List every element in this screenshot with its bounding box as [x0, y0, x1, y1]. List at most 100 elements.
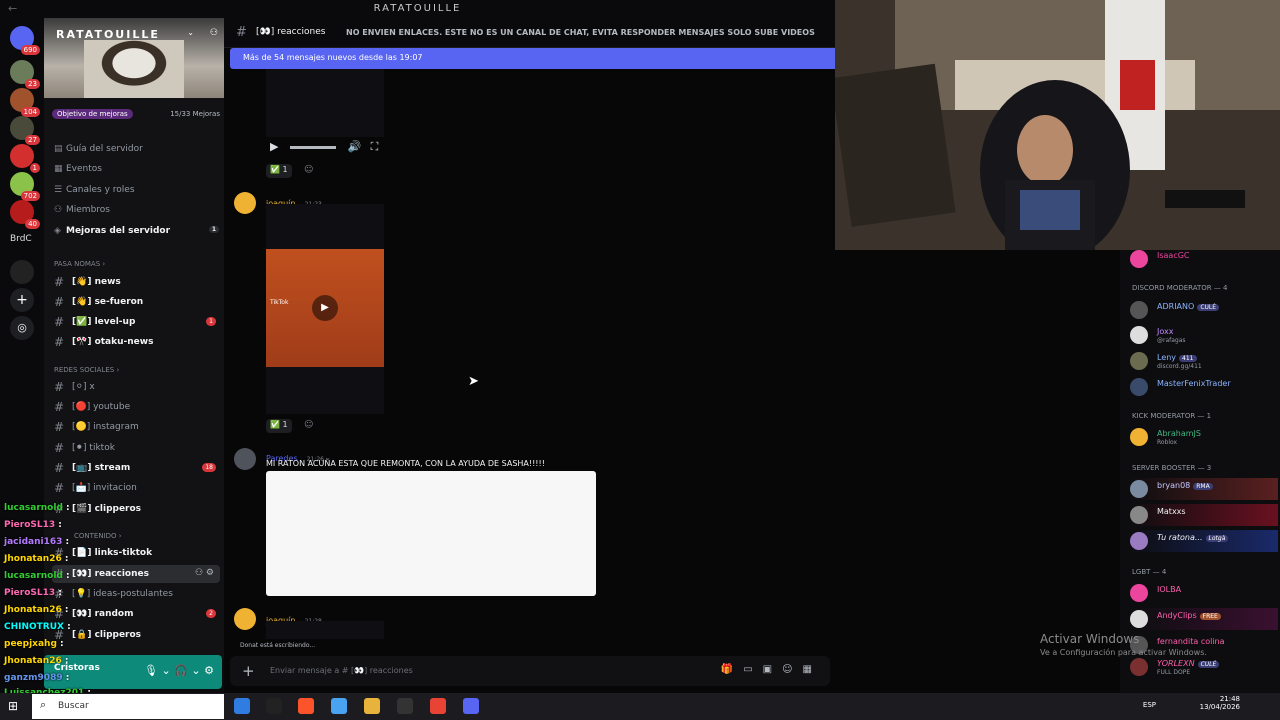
- add-reaction-icon[interactable]: ☺: [304, 420, 313, 430]
- avatar: [1130, 378, 1148, 396]
- reaction-chip[interactable]: ✅ 1: [266, 419, 292, 433]
- boost-progress[interactable]: Objetivo de mejoras 15/33 Mejoras: [52, 107, 220, 123]
- member-item[interactable]: Matxxs: [1130, 504, 1278, 526]
- chat-line: peepjxahg :: [4, 639, 64, 649]
- chevron-down-icon[interactable]: ⌄: [187, 28, 194, 37]
- new-messages-bar[interactable]: Más de 54 mensajes nuevos desde las 19:0…: [230, 48, 835, 69]
- member-group-label: DISCORD MODERATOR — 4: [1132, 284, 1228, 292]
- add-server-icon[interactable]: +: [10, 288, 34, 312]
- reaction-chip[interactable]: ✅ 1: [266, 164, 292, 178]
- server-icon[interactable]: 23: [10, 60, 40, 89]
- tiktok-video-embed[interactable]: TikTok ▶: [266, 204, 384, 414]
- member-item[interactable]: Joxx @rafagas: [1130, 324, 1278, 346]
- live-app-icon[interactable]: [266, 698, 282, 714]
- channel-item[interactable]: # [🔴] youtube: [52, 398, 220, 416]
- stream-chat-overlay: lucasarnold : PieroSL13 : jacidani163 : …: [0, 500, 100, 700]
- channel-item[interactable]: # [🟡] instagram: [52, 418, 220, 436]
- clock-time[interactable]: 21:48: [1200, 695, 1240, 703]
- calendar-icon: ▦: [54, 164, 63, 174]
- brave-icon[interactable]: [298, 698, 314, 714]
- menu-members[interactable]: ⚇ Miembros: [54, 205, 110, 215]
- avatar[interactable]: [234, 608, 256, 630]
- image-attachment[interactable]: [266, 471, 596, 596]
- obs-icon[interactable]: [397, 698, 413, 714]
- explore-icon[interactable]: ◎: [10, 316, 34, 340]
- server-icon[interactable]: [10, 260, 34, 284]
- category-header[interactable]: PASA NOMAS ›: [54, 260, 105, 268]
- composer-input[interactable]: Enviar mensaje a # [👀] reacciones: [270, 666, 413, 675]
- server-icon[interactable]: 40: [10, 200, 40, 229]
- server-icon[interactable]: 27: [10, 116, 40, 145]
- video-controls[interactable]: ▶ 🔊 ⛶: [270, 140, 378, 154]
- server-icon[interactable]: 104: [10, 88, 40, 117]
- member-name-text: bryan08: [1157, 481, 1191, 490]
- channel-settings-icon[interactable]: ⚇ ⚙: [195, 568, 214, 578]
- member-group-label: SERVER BOOSTER — 3: [1132, 464, 1212, 472]
- play-icon[interactable]: ▶: [312, 295, 338, 321]
- member-name: IOLBA: [1157, 585, 1182, 594]
- avatar[interactable]: [234, 192, 256, 214]
- menu-server-boosts[interactable]: ◈ Mejoras del servidor 1: [54, 226, 219, 236]
- member-item[interactable]: Tu ratona... Lotgà: [1130, 530, 1278, 552]
- volume-slider[interactable]: [289, 145, 336, 149]
- home-discord-icon[interactable]: 690: [10, 26, 40, 55]
- category-header[interactable]: REDES SOCIALES ›: [54, 366, 119, 374]
- system-tray[interactable]: ESP 21:48 13/04/2026: [1143, 695, 1272, 711]
- video-embed[interactable]: [266, 621, 384, 639]
- menu-events[interactable]: ▦ Eventos: [54, 164, 102, 174]
- add-member-icon[interactable]: ⚇: [210, 28, 218, 38]
- channel-header: # [👀] reacciones NO ENVIEN ENLACES. ESTE…: [224, 18, 835, 48]
- member-item[interactable]: YORLEXN CULÉ FULL DOPE: [1130, 656, 1278, 678]
- chat-user: CHINOTRUX: [4, 622, 64, 632]
- channel-item[interactable]: # [⚪] x: [52, 378, 220, 396]
- discord-icon[interactable]: [463, 698, 479, 714]
- member-item[interactable]: IsaacGC: [1130, 248, 1278, 270]
- windows-start-icon[interactable]: ⊞: [8, 699, 18, 713]
- channel-item[interactable]: # [👋] news: [52, 273, 220, 291]
- text-server-icon[interactable]: BrdC: [10, 234, 32, 244]
- clock-date[interactable]: 13/04/2026: [1200, 703, 1240, 711]
- new-messages-label: Más de 54 mensajes nuevos desde las 19:0…: [243, 53, 423, 62]
- member-item[interactable]: Leny 411 discord.gg/411: [1130, 350, 1278, 372]
- channel-item[interactable]: # [⚫] tiktok: [52, 439, 220, 457]
- taskbar-search[interactable]: ⌕ Buscar: [32, 694, 224, 719]
- member-item[interactable]: ADRIANO CULÉ: [1130, 299, 1278, 321]
- member-item[interactable]: IOLBA: [1130, 582, 1278, 604]
- hash-icon: #: [54, 335, 65, 349]
- member-item[interactable]: AbrahamJS Roblox: [1130, 426, 1278, 448]
- chrome-icon[interactable]: [430, 698, 446, 714]
- hash-icon: #: [54, 441, 65, 455]
- composer-tools-icon[interactable]: 🎁▭▣☺▦: [721, 664, 822, 675]
- channel-item[interactable]: # [📺] stream 18: [52, 459, 220, 477]
- menu-guide[interactable]: ▤ Guía del servidor: [54, 144, 143, 154]
- message-composer[interactable]: + Enviar mensaje a # [👀] reacciones 🎁▭▣☺…: [230, 656, 830, 686]
- role-tag: CULÉ: [1197, 661, 1220, 668]
- member-item[interactable]: AndyClips FREE: [1130, 608, 1278, 630]
- channel-item[interactable]: # [✅] level-up 1: [52, 313, 220, 331]
- volume-icon[interactable]: 🔊: [347, 140, 361, 153]
- voice-controls[interactable]: 🎙 ⌄ 🎧 ⌄ ⚙: [144, 664, 214, 677]
- play-icon[interactable]: ▶: [270, 140, 278, 153]
- add-attachment-icon[interactable]: +: [242, 662, 255, 680]
- channel-item[interactable]: # [🎌] otaku-news: [52, 333, 220, 351]
- add-reaction-icon[interactable]: ☺: [304, 165, 313, 175]
- video-embed[interactable]: [266, 69, 384, 137]
- channel-item[interactable]: # [📩] invitacion: [52, 479, 220, 497]
- channel-topic[interactable]: NO ENVIEN ENLACES. ESTE NO ES UN CANAL D…: [346, 28, 815, 37]
- server-icon[interactable]: 702: [10, 172, 40, 201]
- avatar[interactable]: [234, 448, 256, 470]
- chat-line: Jhonatan26 :: [4, 656, 69, 666]
- server-icon[interactable]: 1: [10, 144, 40, 173]
- channel-item[interactable]: # [👋] se-fueron: [52, 293, 220, 311]
- menu-label: Mejoras del servidor: [66, 226, 171, 236]
- copilot-icon[interactable]: [234, 698, 250, 714]
- menu-channels-roles[interactable]: ☰ Canales y roles: [54, 185, 135, 195]
- language-indicator[interactable]: ESP: [1143, 701, 1156, 709]
- file-explorer-icon[interactable]: [364, 698, 380, 714]
- member-item[interactable]: MasterFenixTrader: [1130, 376, 1278, 398]
- server-badge: 1: [29, 163, 40, 173]
- fullscreen-icon[interactable]: ⛶: [371, 140, 379, 153]
- app-icon[interactable]: [331, 698, 347, 714]
- member-item[interactable]: bryan08 RMA: [1130, 478, 1278, 500]
- server-banner[interactable]: RATATOUILLE ⌄ ⚇: [44, 18, 224, 98]
